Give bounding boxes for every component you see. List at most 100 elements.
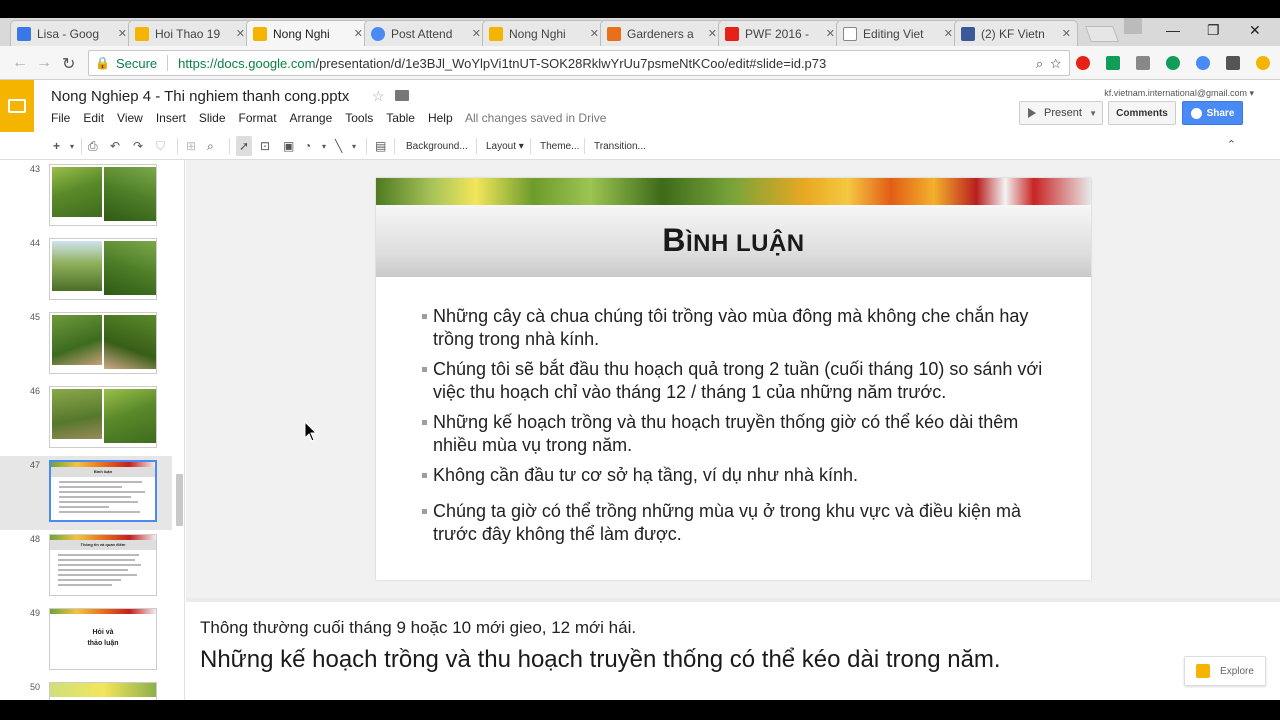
menu-arrange[interactable]: Arrange bbox=[290, 111, 333, 125]
browser-tab[interactable]: (2) KF Vietn ✕ bbox=[954, 20, 1078, 46]
layout-button[interactable]: Layout ▾ bbox=[486, 141, 524, 152]
filmstrip-scrollbar[interactable] bbox=[176, 474, 183, 526]
chevron-down-icon[interactable]: ▾ bbox=[70, 142, 74, 151]
slide-body[interactable]: Những cây cà chua chúng tôi trồng vào mù… bbox=[422, 305, 1062, 553]
back-icon[interactable]: ← bbox=[12, 54, 28, 72]
undo-icon[interactable]: ↶ bbox=[110, 139, 120, 153]
line-icon[interactable]: ╲ bbox=[335, 139, 342, 153]
close-icon[interactable]: ✕ bbox=[236, 27, 245, 40]
zoom-icon[interactable]: ⌕ bbox=[1036, 56, 1043, 71]
new-tab-button[interactable] bbox=[1085, 26, 1119, 42]
new-slide-icon[interactable]: + bbox=[53, 139, 60, 153]
document-title[interactable]: Nong Nghiep 4 - Thi nghiem thanh cong.pp… bbox=[51, 88, 349, 105]
close-icon[interactable]: ✕ bbox=[354, 27, 363, 40]
close-icon[interactable]: ✕ bbox=[944, 27, 953, 40]
text-box-icon[interactable]: ⊡ bbox=[260, 139, 270, 153]
extension-icon[interactable] bbox=[1226, 56, 1240, 70]
menu-edit[interactable]: Edit bbox=[83, 111, 104, 125]
comment-icon[interactable]: ▤ bbox=[375, 139, 386, 153]
close-icon[interactable]: ✕ bbox=[1062, 27, 1071, 40]
zoom-fit-icon[interactable]: ⊞ bbox=[186, 139, 196, 153]
close-icon[interactable]: ✕ bbox=[118, 27, 127, 40]
account-email-text: kf.vietnam.international@gmail.com bbox=[1104, 88, 1247, 98]
extension-icon[interactable] bbox=[1166, 56, 1180, 70]
browser-tab[interactable]: Lisa - Goog ✕ bbox=[10, 20, 134, 46]
menu-insert[interactable]: Insert bbox=[156, 111, 186, 125]
filmstrip-slide[interactable]: 43 bbox=[0, 160, 172, 234]
menu-format[interactable]: Format bbox=[239, 111, 277, 125]
slides-logo-icon[interactable] bbox=[0, 80, 34, 132]
maximize-icon[interactable]: ❐ bbox=[1207, 22, 1220, 39]
slide-filmstrip: 43 44 45 46 47 Bình luận 48 Thông tin và… bbox=[0, 160, 185, 700]
filmstrip-slide[interactable]: 49 Hỏi và thảo luận bbox=[0, 604, 172, 678]
background-button[interactable]: Background... bbox=[406, 141, 468, 152]
comments-button[interactable]: Comments bbox=[1108, 101, 1176, 125]
forward-icon[interactable]: → bbox=[36, 54, 52, 72]
browser-tab[interactable]: Gardeners a ✕ bbox=[600, 20, 724, 46]
slide-title[interactable]: Bình luận bbox=[376, 222, 1091, 259]
current-slide[interactable]: Bình luận Những cây cà chua chúng tôi tr… bbox=[376, 178, 1091, 580]
close-icon[interactable]: ✕ bbox=[590, 27, 599, 40]
star-icon[interactable]: ☆ bbox=[372, 88, 385, 105]
opera-extension-icon[interactable] bbox=[1076, 56, 1090, 70]
browser-tab[interactable]: Hoi Thao 19 ✕ bbox=[128, 20, 252, 46]
chevron-up-icon[interactable]: ⌃ bbox=[1227, 138, 1236, 151]
redo-icon[interactable]: ↷ bbox=[133, 139, 143, 153]
extension-icon[interactable] bbox=[1256, 56, 1270, 70]
explore-button[interactable]: Explore bbox=[1184, 656, 1266, 686]
present-label: Present bbox=[1044, 107, 1082, 119]
bookmark-star-icon[interactable]: ☆ bbox=[1050, 56, 1061, 71]
tab-favicon-icon bbox=[135, 26, 149, 41]
speaker-notes[interactable]: Thông thường cuối tháng 9 hoặc 10 mới gi… bbox=[186, 602, 1280, 700]
share-button[interactable]: Share bbox=[1182, 101, 1243, 125]
filmstrip-slide[interactable]: 48 Thông tin và quan điểm bbox=[0, 530, 172, 604]
print-icon[interactable]: ⎙ bbox=[88, 139, 98, 154]
minimize-icon[interactable]: — bbox=[1166, 22, 1180, 38]
speaker-note-line: Thông thường cuối tháng 9 hoặc 10 mới gi… bbox=[200, 618, 637, 637]
extension-icon[interactable] bbox=[1196, 56, 1210, 70]
zoom-icon[interactable]: ⌕ bbox=[207, 139, 214, 154]
filmstrip-slide[interactable]: 50 bbox=[0, 678, 172, 700]
slide-number: 49 bbox=[30, 608, 41, 618]
filmstrip-slide[interactable]: 44 bbox=[0, 234, 172, 308]
shape-icon[interactable]: ◔ bbox=[304, 139, 311, 153]
chevron-down-icon[interactable]: ▾ bbox=[352, 142, 356, 151]
reload-icon[interactable]: ↻ bbox=[62, 54, 75, 74]
tab-favicon-icon bbox=[17, 26, 31, 41]
present-button[interactable]: Present ▼ bbox=[1019, 101, 1103, 125]
extension-icon[interactable] bbox=[1136, 56, 1150, 70]
filmstrip-slide[interactable]: 45 bbox=[0, 308, 172, 382]
divider bbox=[476, 138, 477, 154]
select-cursor-icon[interactable]: ➚ bbox=[236, 136, 253, 156]
browser-tab-active[interactable]: Nong Nghi ✕ bbox=[246, 20, 370, 46]
save-status[interactable]: All changes saved in Drive bbox=[465, 111, 606, 125]
browser-tab[interactable]: Post Attend ✕ bbox=[364, 20, 488, 46]
menu-tools[interactable]: Tools bbox=[345, 111, 373, 125]
image-icon[interactable]: ▣ bbox=[283, 139, 294, 153]
paint-format-icon[interactable]: ⛉ bbox=[156, 139, 165, 154]
filmstrip-slide-selected[interactable]: 47 Bình luận bbox=[0, 456, 172, 530]
menu-view[interactable]: View bbox=[117, 111, 143, 125]
chevron-down-icon[interactable]: ▼ bbox=[1089, 109, 1097, 118]
folder-icon[interactable] bbox=[395, 90, 409, 101]
menu-file[interactable]: File bbox=[51, 111, 70, 125]
close-icon[interactable]: ✕ bbox=[472, 27, 481, 40]
filmstrip-slide[interactable]: 46 bbox=[0, 382, 172, 456]
browser-tab[interactable]: Editing Viet ✕ bbox=[836, 20, 960, 46]
close-icon[interactable]: ✕ bbox=[826, 27, 835, 40]
url-input[interactable]: 🔒 Secure https://docs.google.com/present… bbox=[88, 50, 1070, 76]
chevron-down-icon[interactable]: ▾ bbox=[322, 142, 326, 151]
mouse-cursor-icon bbox=[304, 421, 318, 442]
menu-slide[interactable]: Slide bbox=[199, 111, 226, 125]
account-email[interactable]: kf.vietnam.international@gmail.com ▾ bbox=[1104, 88, 1254, 99]
browser-tab[interactable]: Nong Nghi ✕ bbox=[482, 20, 606, 46]
menu-help[interactable]: Help bbox=[428, 111, 453, 125]
transition-button[interactable]: Transition... bbox=[594, 141, 646, 152]
drive-extension-icon[interactable] bbox=[1106, 56, 1120, 70]
menu-table[interactable]: Table bbox=[386, 111, 415, 125]
profile-icon[interactable] bbox=[1124, 18, 1142, 34]
browser-tab[interactable]: PWF 2016 - ✕ bbox=[718, 20, 842, 46]
theme-button[interactable]: Theme... bbox=[540, 141, 579, 152]
window-close-icon[interactable]: ✕ bbox=[1249, 22, 1261, 39]
close-icon[interactable]: ✕ bbox=[708, 27, 717, 40]
